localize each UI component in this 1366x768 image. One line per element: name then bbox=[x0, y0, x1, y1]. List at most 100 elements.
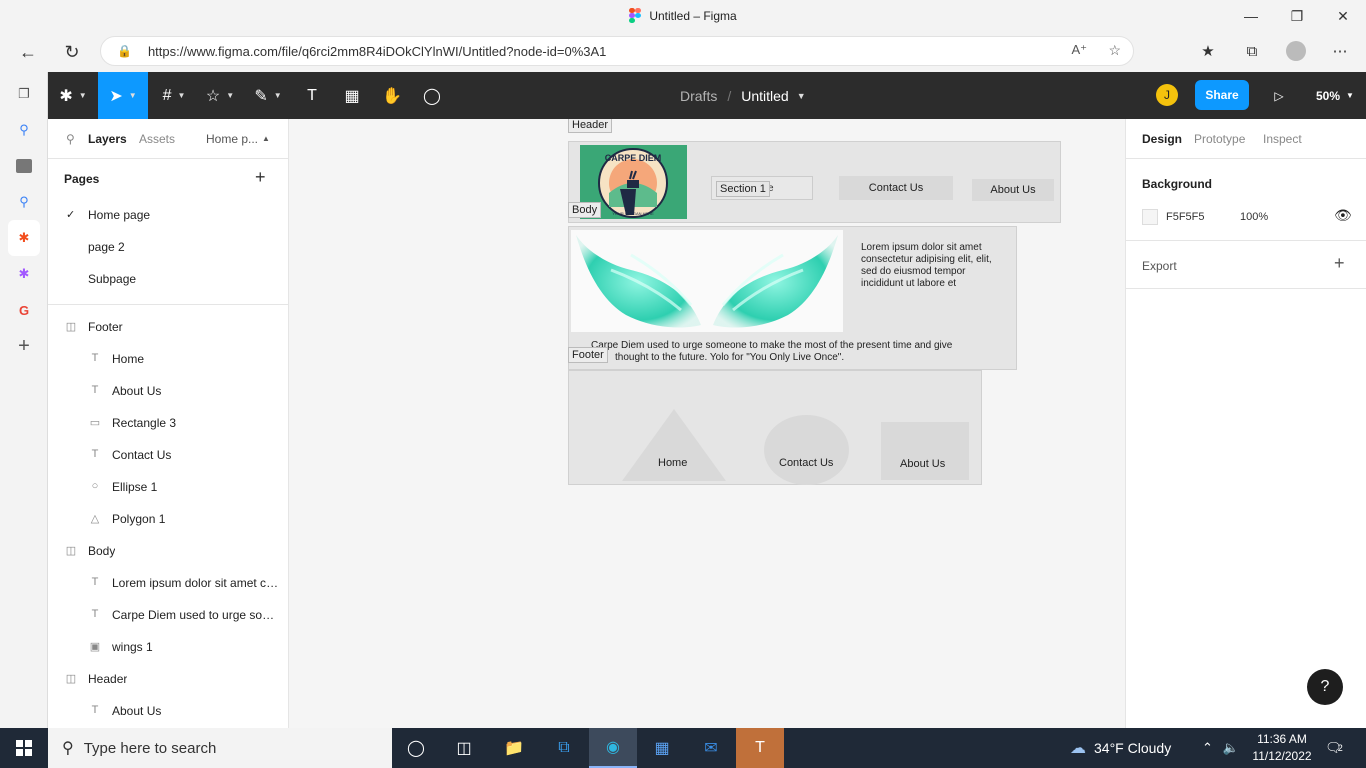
design-canvas[interactable]: Header CARPE DIEM YOUR SLOGAN HERE e Sec… bbox=[289, 119, 1125, 728]
add-export-icon[interactable]: + bbox=[1334, 253, 1345, 274]
file-explorer-icon[interactable]: 📁 bbox=[490, 728, 538, 768]
tab-actions-icon[interactable]: ❐ bbox=[0, 76, 48, 112]
page-item-page2[interactable]: page 2 bbox=[48, 231, 288, 263]
layer-header-about-us[interactable]: T About Us bbox=[48, 695, 288, 727]
eye-icon[interactable]: 👁 bbox=[1334, 207, 1352, 224]
collections-icon[interactable]: ⧉ bbox=[1234, 36, 1270, 66]
cortana-icon[interactable]: ◯ bbox=[392, 728, 440, 768]
task-view-icon[interactable]: ◫ bbox=[440, 728, 488, 768]
chevron-up-icon[interactable]: ⌃ bbox=[1202, 740, 1213, 756]
search-icon[interactable]: ⚲ bbox=[0, 112, 48, 148]
back-icon[interactable]: ← bbox=[10, 36, 46, 68]
layer-body[interactable]: ◫ Body bbox=[48, 535, 288, 567]
page-item-home[interactable]: ✓ Home page bbox=[48, 199, 288, 231]
background-opacity[interactable]: 100% bbox=[1240, 211, 1268, 223]
share-button[interactable]: Share bbox=[1195, 80, 1249, 110]
frame-tool-icon[interactable]: # ▼ bbox=[152, 72, 196, 119]
notification-icon[interactable]: 🗨 2 bbox=[1322, 736, 1346, 760]
present-icon[interactable]: ▷ bbox=[1266, 72, 1292, 119]
footer-home[interactable]: Home bbox=[658, 457, 687, 469]
store-icon[interactable]: ▦ bbox=[638, 728, 686, 768]
refresh-icon[interactable]: ↻ bbox=[54, 36, 90, 68]
chevron-down-icon[interactable]: ▼ bbox=[797, 91, 806, 101]
body-frame-label[interactable]: Body bbox=[568, 202, 602, 218]
breadcrumb-drafts[interactable]: Drafts bbox=[680, 88, 717, 104]
footer-contact-us[interactable]: Contact Us bbox=[779, 457, 833, 469]
footer-frame-label[interactable]: Footer bbox=[568, 347, 608, 363]
google-icon[interactable]: G bbox=[0, 292, 48, 328]
tab-assets[interactable]: Assets bbox=[139, 132, 175, 146]
header-contact-us[interactable]: Contact Us bbox=[839, 176, 953, 200]
restore-icon[interactable]: ❐ bbox=[1274, 0, 1320, 32]
tab-prototype[interactable]: Prototype bbox=[1194, 132, 1245, 146]
search-tab-icon[interactable]: ⚲ bbox=[0, 184, 48, 220]
layer-contact-us[interactable]: T Contact Us bbox=[48, 439, 288, 471]
hand-tool-icon[interactable]: ✋ bbox=[374, 72, 410, 119]
body-frame[interactable]: Lorem ipsum dolor sit amet consectetur a… bbox=[568, 226, 1017, 370]
layer-lorem-text[interactable]: T Lorem ipsum dolor sit amet co... bbox=[48, 567, 288, 599]
zoom-control[interactable]: 50% ▼ bbox=[1316, 72, 1354, 119]
favorites-icon[interactable]: ★ bbox=[1190, 36, 1226, 66]
add-favorite-icon[interactable]: ☆ bbox=[1108, 42, 1121, 59]
chevron-up-icon[interactable]: ▲ bbox=[262, 134, 270, 143]
carpe-diem-text-line1[interactable]: Carpe Diem used to urge someone to make … bbox=[591, 340, 1011, 352]
footer-about-us[interactable]: About Us bbox=[900, 458, 945, 470]
edge-icon[interactable]: ◉ bbox=[589, 728, 637, 768]
pen-tool-icon[interactable]: ✎ ▼ bbox=[246, 72, 290, 119]
mail-icon[interactable]: ✉ bbox=[687, 728, 735, 768]
figma-tab-2-icon[interactable]: ✱ bbox=[0, 256, 48, 292]
help-button[interactable]: ? bbox=[1307, 669, 1343, 705]
clock[interactable]: 11:36 AM 11/12/2022 bbox=[1250, 731, 1314, 765]
layer-about-us[interactable]: T About Us bbox=[48, 375, 288, 407]
layer-header[interactable]: ◫ Header bbox=[48, 663, 288, 695]
file-name[interactable]: Untitled bbox=[741, 88, 788, 104]
header-frame[interactable]: CARPE DIEM YOUR SLOGAN HERE e Section 1 … bbox=[568, 141, 1061, 223]
shape-tool-icon[interactable]: ☆ ▼ bbox=[198, 72, 242, 119]
carpe-diem-text-line2[interactable]: thought to the future. Yolo for "You Onl… bbox=[615, 352, 1015, 364]
polygon-shape[interactable] bbox=[622, 409, 726, 481]
url-field[interactable]: 🔒 https://www.figma.com/file/q6rci2mm8R4… bbox=[100, 36, 1134, 66]
footer-frame[interactable]: Home Contact Us About Us bbox=[568, 370, 982, 485]
tab-layers[interactable]: Layers bbox=[88, 132, 127, 146]
wings-image[interactable] bbox=[571, 230, 843, 332]
avatar[interactable]: J bbox=[1156, 84, 1178, 106]
layer-wings-1[interactable]: ▣ wings 1 bbox=[48, 631, 288, 663]
windows-start-icon[interactable] bbox=[0, 728, 48, 768]
add-page-icon[interactable]: + bbox=[255, 167, 266, 188]
main-menu-icon[interactable]: ✱ ▼ bbox=[48, 72, 98, 119]
lorem-text[interactable]: Lorem ipsum dolor sit amet consectetur a… bbox=[861, 242, 1001, 290]
site-tab-icon[interactable] bbox=[0, 148, 48, 184]
profile-icon[interactable] bbox=[1278, 36, 1314, 66]
close-icon[interactable]: ✕ bbox=[1320, 0, 1366, 32]
tab-design[interactable]: Design bbox=[1142, 132, 1182, 146]
add-tab-icon[interactable]: + bbox=[0, 328, 48, 364]
background-swatch[interactable] bbox=[1142, 209, 1158, 225]
layer-footer[interactable]: ◫ Footer bbox=[48, 311, 288, 343]
resources-icon[interactable]: ▦ bbox=[334, 72, 370, 119]
layer-rectangle-3[interactable]: ▭ Rectangle 3 bbox=[48, 407, 288, 439]
rectangle-shape[interactable] bbox=[881, 422, 969, 480]
text-tool-icon[interactable]: T bbox=[294, 72, 330, 119]
weather-widget[interactable]: ☁ 34°F Cloudy bbox=[1070, 728, 1171, 768]
minimize-icon[interactable]: — bbox=[1228, 0, 1274, 32]
move-tool-icon[interactable]: ➤ ▼ bbox=[98, 72, 148, 119]
teams-icon[interactable]: T bbox=[736, 728, 784, 768]
search-icon[interactable]: ⚲ bbox=[66, 132, 75, 146]
more-icon[interactable]: ⋯ bbox=[1322, 36, 1358, 66]
page-item-subpage[interactable]: Subpage bbox=[48, 263, 288, 295]
section-1-label[interactable]: Section 1 bbox=[716, 181, 770, 197]
layer-ellipse-1[interactable]: ○ Ellipse 1 bbox=[48, 471, 288, 503]
background-hex[interactable]: F5F5F5 bbox=[1166, 211, 1205, 223]
vscode-icon[interactable]: ⧉ bbox=[540, 728, 588, 768]
read-aloud-icon[interactable]: A⁺ bbox=[1071, 42, 1087, 58]
volume-icon[interactable]: 🔈 bbox=[1223, 740, 1239, 756]
figma-tab-icon[interactable]: ✱ bbox=[8, 220, 40, 256]
page-selector[interactable]: Home p... bbox=[206, 132, 258, 146]
comment-tool-icon[interactable]: ◯ bbox=[414, 72, 450, 119]
header-frame-label[interactable]: Header bbox=[568, 119, 613, 133]
taskbar-search[interactable]: ⚲ Type here to search bbox=[48, 728, 392, 768]
layer-home[interactable]: T Home bbox=[48, 343, 288, 375]
layer-polygon-1[interactable]: △ Polygon 1 bbox=[48, 503, 288, 535]
layer-carpe-text[interactable]: T Carpe Diem used to urge som... bbox=[48, 599, 288, 631]
header-about-us[interactable]: About Us bbox=[972, 179, 1054, 201]
